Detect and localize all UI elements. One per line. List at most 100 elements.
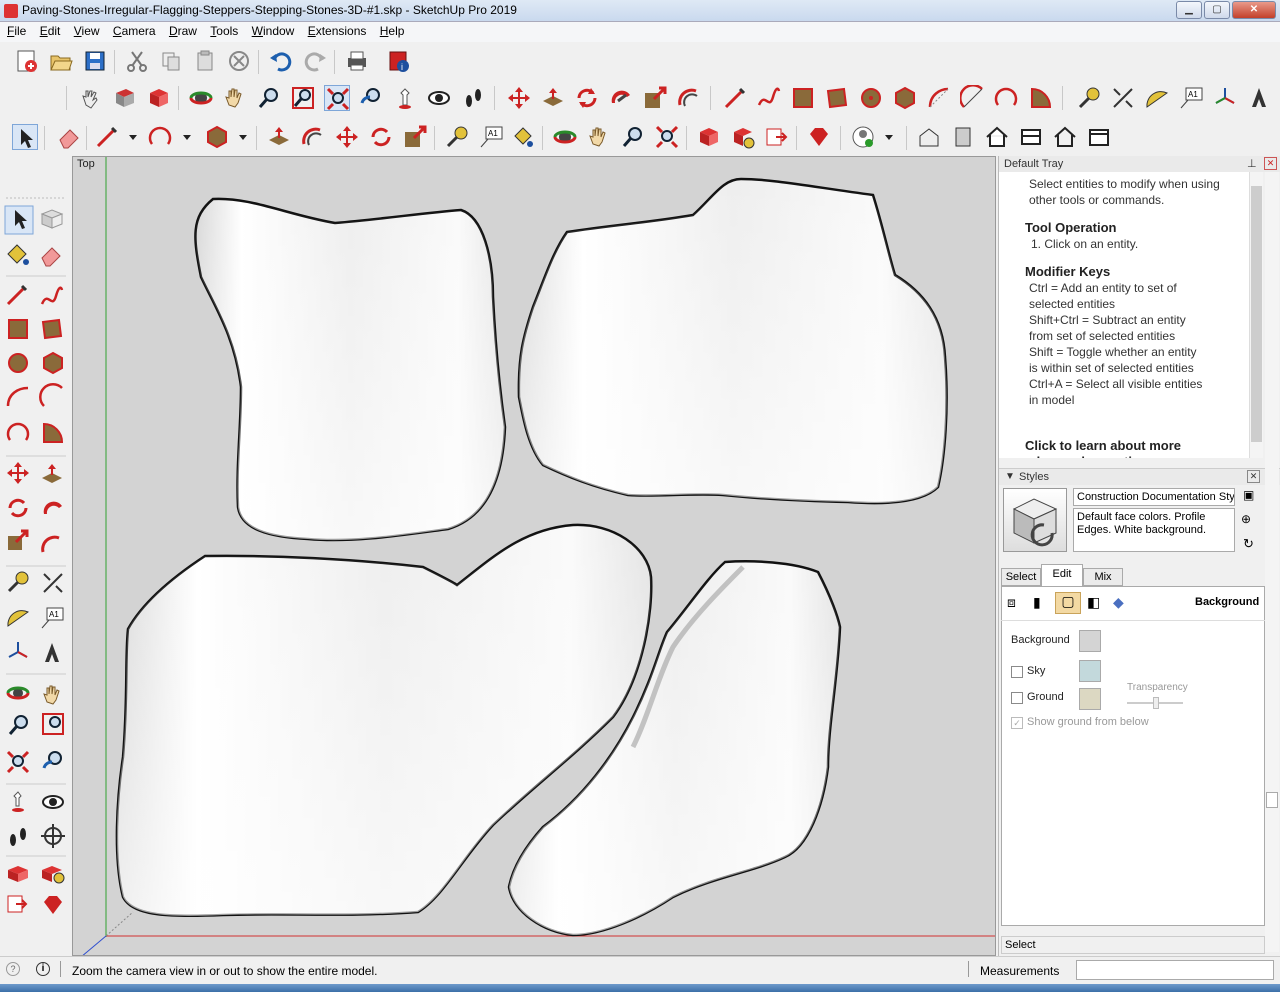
freehand-icon[interactable] [756, 85, 782, 111]
pie-icon[interactable] [1028, 85, 1054, 111]
account-icon[interactable] [850, 124, 876, 150]
rotate-icon[interactable] [8, 498, 28, 518]
tray-scrollbar[interactable] [1265, 172, 1279, 952]
protractor-icon[interactable] [1144, 85, 1170, 111]
close-button[interactable]: ✕ [1232, 1, 1276, 19]
zoom-icon[interactable] [8, 715, 28, 735]
previous-view-icon[interactable] [358, 85, 384, 111]
rotated-rectangle-icon[interactable] [41, 318, 63, 340]
line-icon[interactable] [722, 85, 748, 111]
position-camera-icon[interactable] [392, 85, 418, 111]
zoom-tool-icon[interactable] [620, 124, 646, 150]
back-view-icon[interactable] [1052, 124, 1078, 150]
scale-icon[interactable] [8, 529, 29, 550]
learn-more-link[interactable]: Click to learn about more advanced opera… [1025, 438, 1215, 458]
three-point-arc-icon[interactable] [6, 422, 30, 441]
cut-icon[interactable] [124, 48, 150, 74]
new-model-icon[interactable] [14, 48, 40, 74]
extension-manager-icon[interactable] [44, 896, 62, 914]
zoom-window-icon[interactable] [290, 85, 316, 111]
arc-tool-icon[interactable] [148, 124, 174, 150]
menu-edit[interactable]: Edit [40, 22, 61, 38]
walk-icon[interactable] [10, 828, 26, 846]
arc-icon[interactable] [926, 85, 952, 111]
background-color-swatch[interactable] [1079, 630, 1101, 652]
menu-help[interactable]: Help [380, 22, 405, 38]
3d-warehouse-icon[interactable] [696, 124, 722, 150]
show-ground-checkbox[interactable]: ✓ [1011, 717, 1023, 729]
walk-icon[interactable] [460, 85, 486, 111]
measurements-input[interactable] [1076, 960, 1274, 980]
account-dropdown-icon[interactable] [876, 124, 893, 150]
move-icon[interactable] [506, 85, 532, 111]
make-component-icon[interactable] [40, 209, 64, 229]
3d-text-icon[interactable] [1246, 85, 1272, 111]
minimize-button[interactable]: ▁ [1176, 1, 1202, 19]
rectangle-icon[interactable] [8, 319, 28, 339]
polygon-icon[interactable] [43, 351, 63, 375]
send-to-layout-icon[interactable] [764, 124, 790, 150]
zoom-window-icon[interactable] [42, 713, 64, 735]
follow-me-icon[interactable] [608, 85, 634, 111]
position-camera-icon[interactable] [12, 791, 24, 812]
line-dropdown-icon[interactable] [120, 124, 137, 150]
look-around-icon[interactable] [42, 795, 64, 809]
info-icon[interactable]: i [36, 962, 50, 976]
create-style-icon[interactable]: ▣ [1243, 488, 1254, 502]
menu-window[interactable]: Window [252, 22, 295, 38]
tab-select[interactable]: Select [1001, 568, 1041, 586]
styles-close-icon[interactable]: ✕ [1247, 470, 1260, 483]
front-view-icon[interactable] [984, 124, 1010, 150]
menu-file[interactable]: File [7, 22, 26, 38]
move-icon[interactable] [7, 462, 29, 484]
offset-icon[interactable] [41, 535, 60, 553]
paving-stone-2[interactable] [517, 177, 948, 505]
extension-manager-icon[interactable] [806, 124, 832, 150]
scale-tool-icon[interactable] [402, 124, 428, 150]
tape-measure-icon[interactable] [7, 571, 29, 593]
3d-warehouse-icon[interactable] [8, 866, 28, 882]
text-icon[interactable]: A1 [1178, 85, 1204, 111]
ground-color-swatch[interactable] [1079, 688, 1101, 710]
menu-extensions[interactable]: Extensions [308, 22, 367, 38]
print-icon[interactable] [344, 48, 370, 74]
tray-close-icon[interactable]: ✕ [1264, 157, 1277, 170]
model-viewport[interactable]: Top [72, 156, 996, 956]
redo-icon[interactable] [302, 48, 328, 74]
arc-icon[interactable] [6, 386, 29, 407]
pan-icon[interactable] [43, 685, 60, 705]
tape-measure-icon[interactable] [1076, 85, 1102, 111]
paint-bucket-icon[interactable] [510, 124, 536, 150]
sky-checkbox[interactable] [1011, 666, 1023, 678]
select-icon[interactable] [4, 205, 34, 235]
dimension-icon[interactable] [43, 573, 63, 593]
maximize-button[interactable]: ▢ [1204, 1, 1230, 19]
axes-icon[interactable] [1212, 85, 1238, 111]
shapes-dropdown-icon[interactable] [230, 124, 247, 150]
rotate-icon[interactable] [574, 85, 600, 111]
save-icon[interactable] [82, 48, 108, 74]
zoom-extents-tool-icon[interactable] [654, 124, 680, 150]
two-point-arc-icon[interactable] [959, 84, 986, 111]
face-settings-icon[interactable]: ▮ [1033, 594, 1041, 611]
orbit-tool-icon[interactable] [552, 124, 578, 150]
right-view-icon[interactable] [950, 124, 976, 150]
orbit-icon[interactable] [188, 85, 214, 111]
rotated-rectangle-icon[interactable] [824, 85, 850, 111]
eraser-icon[interactable] [41, 247, 61, 267]
transparency-slider-thumb[interactable] [1153, 697, 1159, 709]
line-tool-icon[interactable] [94, 124, 120, 150]
paint-bucket-icon[interactable] [7, 244, 29, 265]
section-plane-icon[interactable] [41, 824, 65, 848]
menu-camera[interactable]: Camera [113, 22, 156, 38]
background-settings-icon[interactable]: ▢ [1055, 592, 1081, 614]
style-name-field[interactable]: Construction Documentation Sty [1073, 488, 1235, 506]
circle-icon[interactable] [8, 353, 28, 373]
scale-icon[interactable] [642, 85, 668, 111]
menu-tools[interactable]: Tools [210, 22, 238, 38]
iso-view-icon[interactable] [916, 124, 942, 150]
extension-warehouse-icon[interactable] [42, 866, 65, 884]
edge-settings-icon[interactable]: ⧈ [1007, 594, 1016, 611]
polygon-icon[interactable] [892, 85, 918, 111]
copy-icon[interactable] [158, 48, 184, 74]
